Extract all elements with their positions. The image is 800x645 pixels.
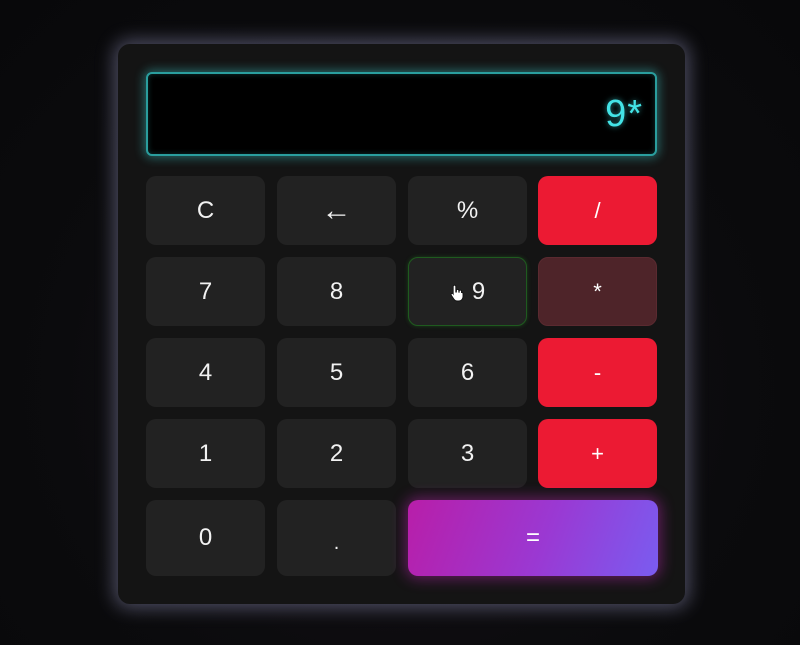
- six-button-label: 6: [460, 358, 475, 386]
- backspace-button[interactable]: ←: [277, 176, 396, 245]
- two-button-label: 2: [329, 439, 344, 467]
- four-button-label: 4: [198, 358, 213, 386]
- percent-button[interactable]: %: [408, 176, 527, 245]
- four-button[interactable]: 4: [146, 338, 265, 407]
- seven-button[interactable]: 7: [146, 257, 265, 326]
- zero-button-label: 0: [198, 524, 213, 551]
- two-button[interactable]: 2: [277, 419, 396, 488]
- hand-pointer-icon: [450, 284, 464, 301]
- percent-button-label: %: [456, 196, 479, 224]
- divide-button[interactable]: /: [538, 176, 657, 245]
- clear-button[interactable]: C: [146, 176, 265, 245]
- decimal-button[interactable]: .: [277, 500, 396, 576]
- eight-button[interactable]: 8: [277, 257, 396, 326]
- add-button[interactable]: +: [538, 419, 657, 488]
- multiply-button-label: *: [593, 278, 602, 304]
- equals-button-label: =: [525, 524, 540, 551]
- zero-button[interactable]: 0: [146, 500, 265, 576]
- seven-button-label: 7: [198, 277, 213, 305]
- three-button-label: 3: [460, 439, 475, 467]
- backspace-button-label: ←: [321, 193, 352, 227]
- one-button[interactable]: 1: [146, 419, 265, 488]
- display: 9*: [146, 72, 657, 156]
- one-button-label: 1: [198, 439, 213, 467]
- display-value: 9*: [605, 92, 643, 135]
- divide-button-label: /: [594, 197, 601, 223]
- subtract-button-label: -: [593, 359, 602, 385]
- subtract-button[interactable]: -: [538, 338, 657, 407]
- five-button-label: 5: [329, 358, 344, 386]
- calculator: 9* C ← % / 7 8 9 * 4 5 6 - 1 2 3 + 0 . =: [118, 44, 685, 604]
- decimal-button-label: .: [333, 531, 340, 554]
- add-button-label: +: [591, 440, 604, 466]
- eight-button-label: 8: [329, 277, 344, 305]
- clear-button-label: C: [196, 196, 215, 224]
- six-button[interactable]: 6: [408, 338, 527, 407]
- three-button[interactable]: 3: [408, 419, 527, 488]
- nine-button[interactable]: 9: [408, 257, 527, 326]
- five-button[interactable]: 5: [277, 338, 396, 407]
- nine-button-label: 9: [471, 277, 486, 305]
- multiply-button[interactable]: *: [538, 257, 657, 326]
- equals-button[interactable]: =: [408, 500, 658, 576]
